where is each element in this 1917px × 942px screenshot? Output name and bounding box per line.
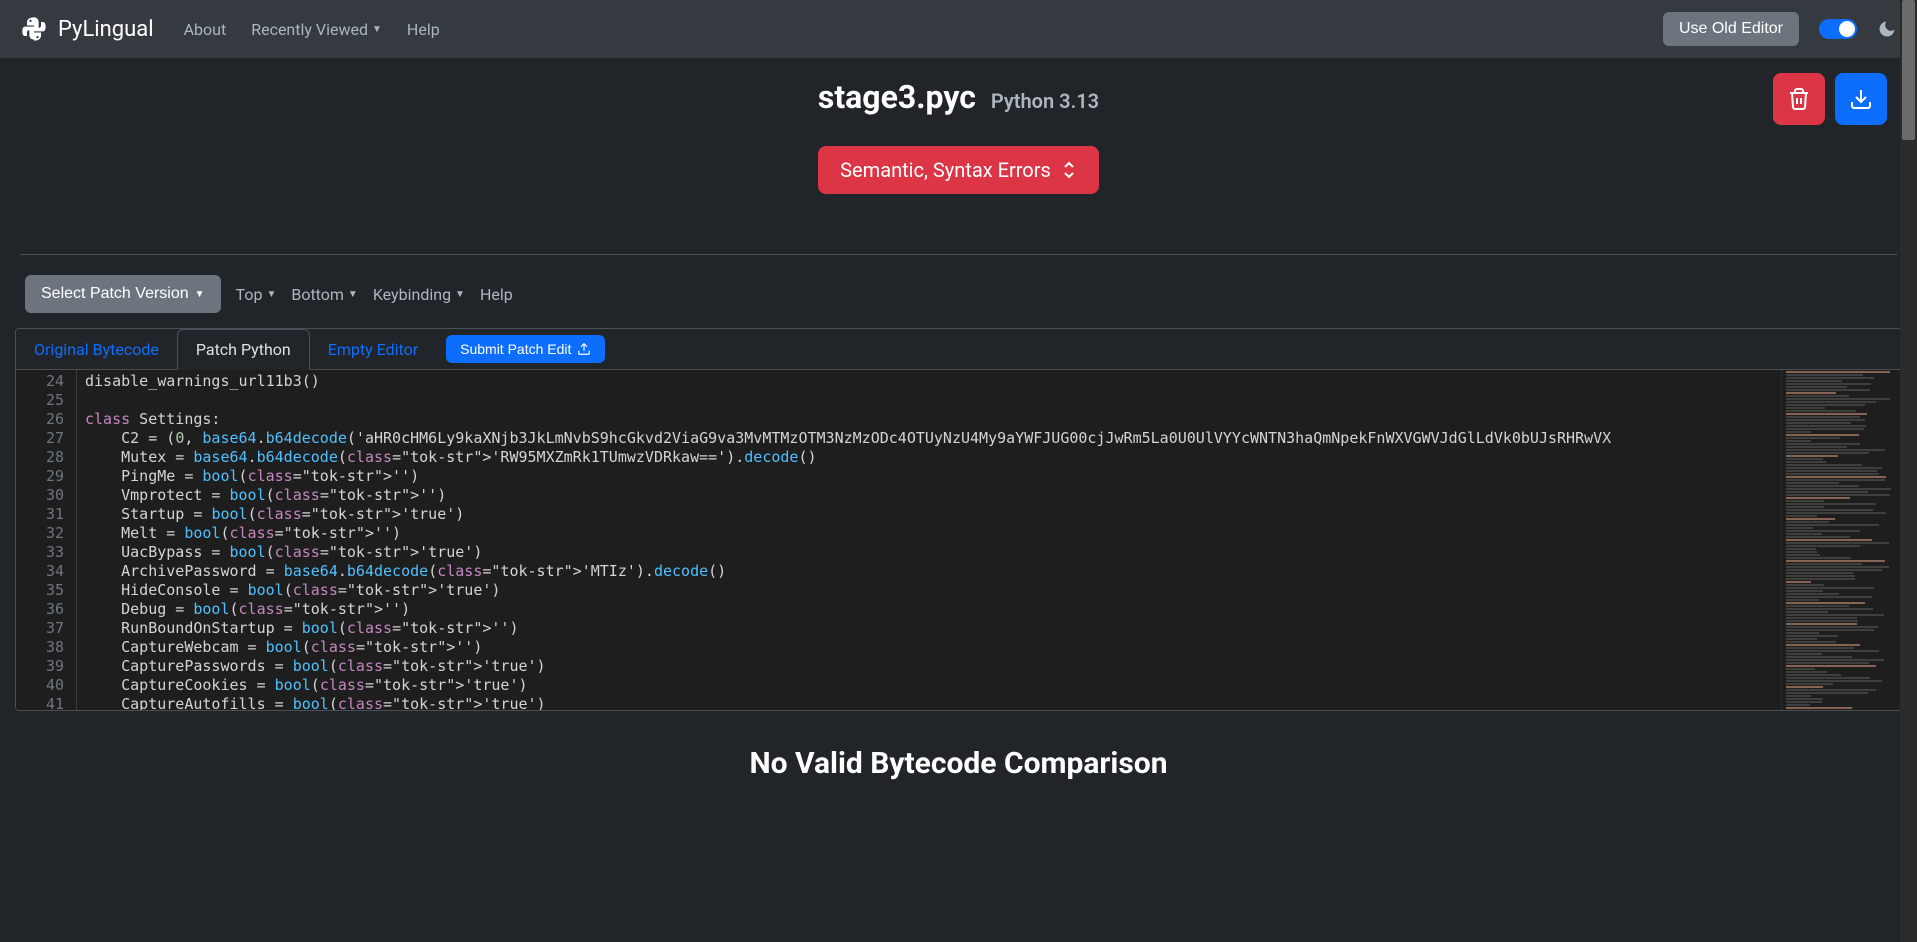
- scrollbar-thumb[interactable]: [1902, 0, 1915, 140]
- divider: [20, 254, 1897, 255]
- tab-empty-editor[interactable]: Empty Editor: [310, 330, 436, 369]
- toolbar-help[interactable]: Help: [480, 285, 513, 304]
- code-editor[interactable]: 242526272829303132333435363738394041 dis…: [16, 370, 1901, 710]
- delete-button[interactable]: [1773, 73, 1825, 125]
- nav-links: About Recently Viewed▼ Help: [184, 20, 1663, 39]
- tab-original-bytecode[interactable]: Original Bytecode: [16, 330, 177, 369]
- error-badge[interactable]: Semantic, Syntax Errors: [818, 146, 1099, 194]
- moon-icon: [1877, 19, 1897, 39]
- nav-right: Use Old Editor: [1663, 12, 1897, 46]
- brand-icon: [20, 15, 48, 43]
- minimap[interactable]: [1781, 370, 1901, 710]
- nav-help[interactable]: Help: [407, 20, 440, 39]
- action-buttons: [1773, 73, 1887, 125]
- download-icon: [1849, 87, 1873, 111]
- bottom-dropdown[interactable]: Bottom▼: [291, 285, 357, 304]
- old-editor-button[interactable]: Use Old Editor: [1663, 12, 1799, 46]
- navbar: PyLingual About Recently Viewed▼ Help Us…: [0, 0, 1917, 58]
- nav-about[interactable]: About: [184, 20, 227, 39]
- patch-version-dropdown[interactable]: Select Patch Version▼: [25, 275, 221, 313]
- editor-tabs: Original Bytecode Patch Python Empty Edi…: [16, 329, 1901, 370]
- filename: stage3.pyc: [818, 78, 976, 116]
- editor-container: Original Bytecode Patch Python Empty Edi…: [15, 328, 1902, 711]
- theme-toggle[interactable]: [1819, 19, 1857, 39]
- chevron-updown-icon: [1061, 160, 1077, 180]
- brand[interactable]: PyLingual: [20, 15, 154, 43]
- file-title: stage3.pyc Python 3.13: [20, 78, 1897, 116]
- upload-icon: [577, 342, 591, 356]
- header-section: stage3.pyc Python 3.13 Semantic, Syntax …: [0, 58, 1917, 214]
- tab-patch-python[interactable]: Patch Python: [177, 329, 310, 370]
- python-version: Python 3.13: [991, 89, 1099, 113]
- top-dropdown[interactable]: Top▼: [236, 285, 277, 304]
- code-content[interactable]: disable_warnings_url11b3()class Settings…: [76, 370, 1781, 710]
- nav-recent[interactable]: Recently Viewed▼: [251, 20, 382, 39]
- download-button[interactable]: [1835, 73, 1887, 125]
- bottom-message: No Valid Bytecode Comparison: [0, 711, 1917, 816]
- submit-patch-button[interactable]: Submit Patch Edit: [446, 335, 605, 363]
- trash-icon: [1787, 87, 1811, 111]
- error-badge-label: Semantic, Syntax Errors: [840, 158, 1051, 182]
- keybinding-dropdown[interactable]: Keybinding▼: [373, 285, 465, 304]
- page-scrollbar[interactable]: [1900, 0, 1917, 942]
- line-gutter: 242526272829303132333435363738394041: [16, 370, 76, 710]
- editor-toolbar: Select Patch Version▼ Top▼ Bottom▼ Keybi…: [0, 275, 1917, 313]
- brand-text: PyLingual: [58, 17, 154, 42]
